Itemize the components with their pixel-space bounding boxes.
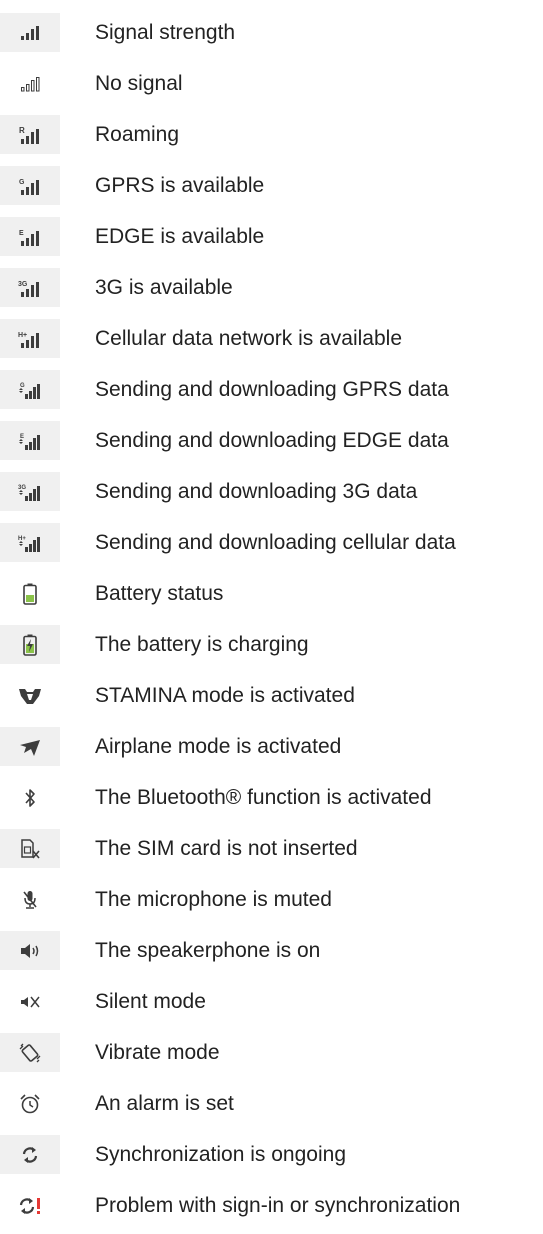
item-label: Sending and downloading EDGE data	[95, 429, 449, 452]
list-item: G GPRS is available	[0, 160, 543, 211]
item-label: Vibrate mode	[95, 1041, 220, 1064]
item-label: GPRS is available	[95, 174, 265, 197]
battery-charging-icon	[0, 625, 60, 664]
signal-strength-icon	[0, 13, 60, 52]
sync-icon	[0, 1135, 60, 1174]
item-label: EDGE is available	[95, 225, 265, 248]
list-item: E Sending and downloading EDGE data	[0, 415, 543, 466]
list-item: R Roaming	[0, 109, 543, 160]
battery-icon	[0, 574, 60, 613]
alarm-icon	[0, 1084, 60, 1123]
item-label: Sending and downloading GPRS data	[95, 378, 449, 401]
item-label: No signal	[95, 72, 183, 95]
list-item: The battery is charging	[0, 619, 543, 670]
list-item: Battery status	[0, 568, 543, 619]
vibrate-icon	[0, 1033, 60, 1072]
list-item: E EDGE is available	[0, 211, 543, 262]
svg-text:G: G	[20, 383, 25, 389]
item-label: Sending and downloading cellular data	[95, 531, 456, 554]
list-item: The Bluetooth® function is activated	[0, 772, 543, 823]
edge-icon: E	[0, 217, 60, 256]
item-label: The SIM card is not inserted	[95, 837, 358, 860]
list-item: 3G Sending and downloading 3G data	[0, 466, 543, 517]
list-item: Airplane mode is activated	[0, 721, 543, 772]
svg-text:3G: 3G	[18, 485, 26, 491]
item-label: Cellular data network is available	[95, 327, 402, 350]
item-label: An alarm is set	[95, 1092, 234, 1115]
item-label: Synchronization is ongoing	[95, 1143, 346, 1166]
item-label: The speakerphone is on	[95, 939, 321, 962]
item-label: STAMINA mode is activated	[95, 684, 355, 707]
item-label: Roaming	[95, 123, 180, 146]
svg-text:E: E	[20, 434, 24, 440]
list-item: H+ Cellular data network is available	[0, 313, 543, 364]
list-item: STAMINA mode is activated	[0, 670, 543, 721]
item-label: Sending and downloading 3G data	[95, 480, 418, 503]
gprs-transfer-icon: G	[0, 370, 60, 409]
speakerphone-icon	[0, 931, 60, 970]
svg-text:H+: H+	[18, 332, 27, 339]
list-item: G Sending and downloading GPRS data	[0, 364, 543, 415]
item-label: The battery is charging	[95, 633, 309, 656]
list-item: Vibrate mode	[0, 1027, 543, 1078]
item-label: Silent mode	[95, 990, 206, 1013]
list-item: Synchronization is ongoing	[0, 1129, 543, 1180]
cellular-transfer-icon: H+	[0, 523, 60, 562]
list-item: No signal	[0, 58, 543, 109]
no-signal-icon	[0, 64, 60, 103]
svg-text:3G: 3G	[18, 281, 28, 288]
cellular-data-icon: H+	[0, 319, 60, 358]
list-item: The microphone is muted	[0, 874, 543, 925]
mic-muted-icon	[0, 880, 60, 919]
3g-transfer-icon: 3G	[0, 472, 60, 511]
list-item: The speakerphone is on	[0, 925, 543, 976]
3g-icon: 3G	[0, 268, 60, 307]
item-label: 3G is available	[95, 276, 233, 299]
stamina-icon	[0, 676, 60, 715]
list-item: 3G 3G is available	[0, 262, 543, 313]
svg-text:R: R	[19, 126, 25, 135]
item-label: Problem with sign-in or synchronization	[95, 1194, 461, 1217]
edge-transfer-icon: E	[0, 421, 60, 460]
status-icon-list: Signal strength No signal R Roaming G GP…	[0, 7, 543, 1231]
list-item: Silent mode	[0, 976, 543, 1027]
gprs-icon: G	[0, 166, 60, 205]
item-label: Battery status	[95, 582, 224, 605]
roaming-icon: R	[0, 115, 60, 154]
bluetooth-icon	[0, 778, 60, 817]
svg-text:H+: H+	[18, 536, 26, 542]
airplane-icon	[0, 727, 60, 766]
sync-problem-icon	[0, 1186, 60, 1225]
svg-text:G: G	[19, 179, 25, 186]
list-item: An alarm is set	[0, 1078, 543, 1129]
list-item: The SIM card is not inserted	[0, 823, 543, 874]
no-sim-icon	[0, 829, 60, 868]
item-label: Airplane mode is activated	[95, 735, 342, 758]
svg-text:E: E	[19, 230, 24, 237]
item-label: The microphone is muted	[95, 888, 332, 911]
item-label: Signal strength	[95, 21, 236, 44]
list-item: Signal strength	[0, 7, 543, 58]
list-item: H+ Sending and downloading cellular data	[0, 517, 543, 568]
list-item: Problem with sign-in or synchronization	[0, 1180, 543, 1231]
silent-icon	[0, 982, 60, 1021]
item-label: The Bluetooth® function is activated	[95, 786, 432, 809]
